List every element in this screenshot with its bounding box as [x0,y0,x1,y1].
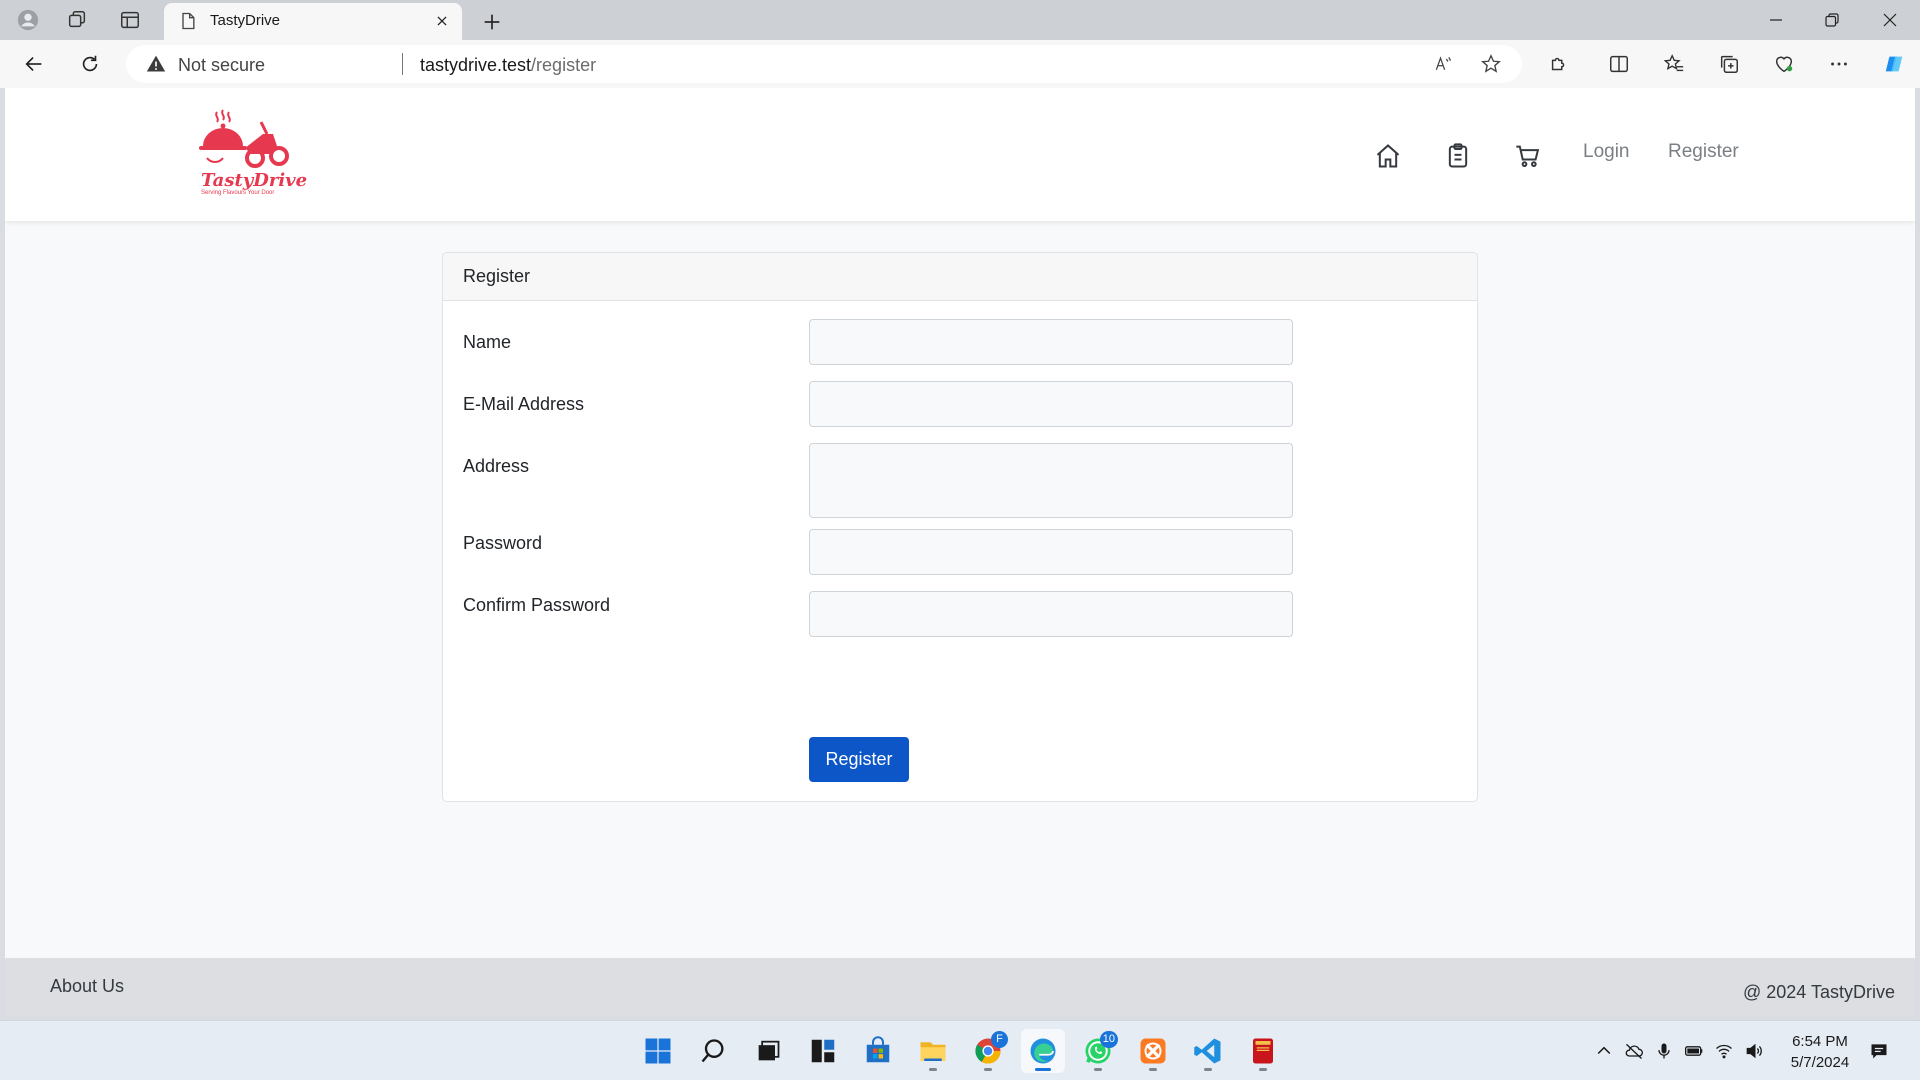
tastydrive-logo[interactable]: TastyDrive Serving Flavours Your Door [195,108,307,200]
web-page: TastyDrive Serving Flavours Your Door Lo… [5,88,1915,1017]
chrome-profile-badge: F [991,1031,1008,1048]
active-indicator [1035,1068,1051,1071]
file-explorer-icon[interactable] [911,1029,955,1073]
copyright-text: @ 2024 TastyDrive [1742,982,1895,1002]
task-view-icon[interactable] [746,1029,790,1073]
warning-icon[interactable] [146,54,166,74]
chrome-icon[interactable]: F [966,1029,1010,1073]
running-indicator [1204,1068,1212,1071]
onedrive-offline-icon[interactable] [1622,1039,1646,1063]
logo-tagline: Serving Flavours Your Door [201,190,275,196]
running-indicator [929,1068,937,1071]
logo-brand-text: TastyDrive [201,170,308,191]
chevron-up-icon[interactable] [1592,1039,1616,1063]
close-tab-icon[interactable] [430,9,454,33]
wifi-icon[interactable] [1712,1039,1736,1063]
battery-icon[interactable] [1682,1039,1706,1063]
card-header: Register [443,253,1477,301]
password-label: Password [463,533,543,553]
vscode-icon[interactable] [1186,1029,1230,1073]
minimize-icon[interactable] [1748,0,1804,40]
site-footer: About Us @ 2024 TastyDrive [5,958,1915,1017]
whatsapp-icon[interactable]: 10 [1076,1029,1120,1073]
name-label: Name [463,332,512,352]
email-label: E-Mail Address [463,394,585,414]
restore-icon[interactable] [1804,0,1860,40]
address-textarea[interactable] [809,443,1293,518]
browser-toolbar: Not secure tastydrive.test/register [0,40,1920,88]
running-indicator [1259,1068,1267,1071]
tab-tastydrive[interactable]: TastyDrive [164,3,462,40]
microsoft-store-icon[interactable] [856,1029,900,1073]
windows-taskbar: F 10 6:54 PM 5/7/2024 [0,1020,1920,1080]
collections-icon[interactable] [1711,46,1747,82]
volume-icon[interactable] [1742,1039,1766,1063]
close-window-icon[interactable] [1862,0,1918,40]
not-secure-label[interactable]: Not secure [178,55,265,76]
site-header: TastyDrive Serving Flavours Your Door Lo… [5,88,1915,221]
extensions-icon[interactable] [1541,46,1577,82]
running-indicator [1149,1068,1157,1071]
address-label: Address [463,456,530,476]
email-input[interactable] [809,381,1293,427]
confirm-password-input[interactable] [809,591,1293,637]
clipboard-icon[interactable] [1442,140,1474,172]
url-text[interactable]: tastydrive.test/register [420,55,596,76]
cart-icon[interactable] [1512,140,1544,172]
new-tab-icon[interactable] [474,4,510,40]
register-button[interactable]: Register [809,737,909,782]
tab-title: TastyDrive [210,12,281,29]
widgets-icon[interactable] [801,1029,845,1073]
notifications-icon[interactable] [1867,1039,1891,1063]
running-indicator [1094,1068,1102,1071]
back-icon[interactable] [16,46,52,82]
system-clock[interactable]: 6:54 PM 5/7/2024 [1770,1031,1870,1073]
password-input[interactable] [809,529,1293,575]
refresh-icon[interactable] [72,46,108,82]
search-icon[interactable] [691,1029,735,1073]
clock-time: 6:54 PM [1792,1033,1848,1050]
about-us-link[interactable]: About Us [50,976,124,997]
address-separator [402,53,403,75]
edge-icon[interactable] [1021,1029,1065,1073]
name-input[interactable] [809,319,1293,365]
profile-icon[interactable] [10,2,46,38]
confirm-password-label: Confirm Password [463,595,611,615]
running-indicator [984,1068,992,1071]
register-card: Register Name E-Mail Address Address Pas… [442,252,1478,802]
xampp-icon[interactable] [1131,1029,1175,1073]
nav-register-link[interactable]: Register [1668,141,1739,163]
home-icon[interactable] [1372,140,1404,172]
delivery-scooter-logo-icon [199,109,289,168]
favorites-icon[interactable] [1656,46,1692,82]
copilot-icon[interactable] [1876,46,1912,82]
start-icon[interactable] [636,1029,680,1073]
workspaces-icon[interactable] [59,2,95,38]
bible-app-icon[interactable] [1241,1029,1285,1073]
more-options-icon[interactable] [1821,46,1857,82]
vertical-tabs-icon[interactable] [112,2,148,38]
browser-essentials-icon[interactable] [1766,46,1802,82]
browser-tab-bar: TastyDrive [0,0,1920,40]
nav-login-link[interactable]: Login [1583,141,1630,163]
clock-date: 5/7/2024 [1790,1054,1850,1071]
whatsapp-unread-badge: 10 [1099,1031,1118,1048]
address-bar[interactable]: Not secure tastydrive.test/register [126,45,1522,83]
page-icon [182,12,195,30]
favorite-star-icon[interactable] [1476,49,1506,79]
split-screen-icon[interactable] [1601,46,1637,82]
read-aloud-icon[interactable] [1428,49,1458,79]
microphone-icon[interactable] [1652,1039,1676,1063]
